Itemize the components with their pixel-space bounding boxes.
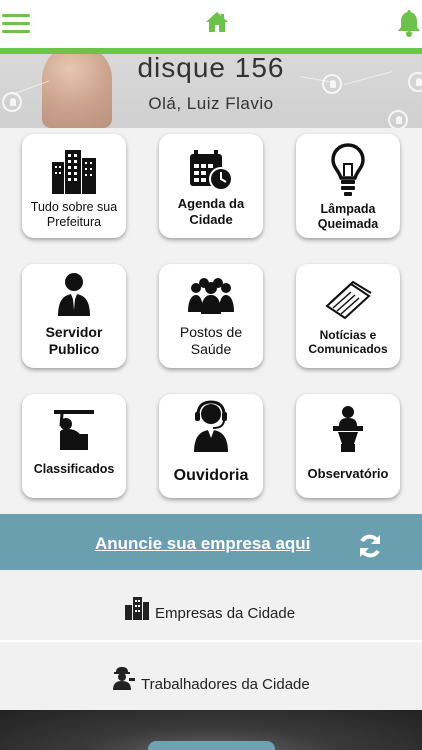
tile-ouvidoria[interactable]: Ouvidoria [159, 394, 263, 498]
home-icon[interactable] [205, 11, 229, 35]
worker-icon [113, 667, 135, 690]
lightbulb-icon [331, 143, 365, 196]
tile-noticias[interactable]: Notícias e Comunicados [296, 264, 400, 368]
tile-label: Observatório [307, 466, 389, 481]
buildings-icon [52, 150, 96, 194]
tile-postos[interactable]: Postos de Saúde [159, 264, 263, 368]
tile-lampada[interactable]: Lâmpada Queimada [296, 134, 400, 238]
tile-servidor[interactable]: Servidor Publico [22, 264, 126, 368]
tile-label: Notícias e Comunicados [308, 328, 388, 357]
list-item-label: Trabalhadores da Cidade [141, 676, 310, 693]
tile-label: Tudo sobre sua Prefeitura [30, 200, 118, 229]
refresh-icon[interactable] [357, 533, 383, 559]
advertise-bar: Anuncie sua empresa aqui [0, 514, 422, 570]
tile-label: Servidor Publico [45, 324, 103, 357]
public-servant-icon [58, 273, 90, 316]
hamburger-icon[interactable] [2, 10, 32, 36]
headset-operator-icon [194, 400, 228, 452]
greeting-text: Olá, Luiz Flavio [148, 94, 274, 113]
bell-icon[interactable] [396, 10, 422, 38]
advertise-link[interactable]: Anuncie sua empresa aqui [95, 534, 310, 554]
tile-label: Lâmpada Queimada [317, 202, 379, 231]
group-people-icon [188, 278, 234, 314]
hero-title: disque 156 [137, 54, 285, 83]
tile-observatorio[interactable]: Observatório [296, 394, 400, 498]
tile-agenda[interactable]: Agenda da Cidade [159, 134, 263, 238]
buildings-icon [125, 597, 149, 620]
tile-label: Classificados [33, 462, 115, 476]
bottom-background [0, 710, 422, 750]
tile-label: Postos de Saúde [179, 324, 243, 357]
calendar-clock-icon [190, 150, 233, 191]
tile-label: Agenda da Cidade [177, 196, 245, 227]
list-item-empresas[interactable]: Empresas da Cidade [0, 570, 422, 640]
tile-classificados[interactable]: Classificados [22, 394, 126, 498]
hero-banner: disque 156 Olá, Luiz Flavio [0, 54, 422, 128]
list-item-label: Empresas da Cidade [155, 605, 296, 622]
services-grid: Tudo sobre sua Prefeitura Agenda da Cida… [0, 128, 422, 514]
list-item-trabalhadores[interactable]: Trabalhadores da Cidade [0, 642, 422, 712]
top-app-bar [0, 0, 422, 54]
speaker-podium-icon [333, 406, 363, 452]
tile-prefeitura[interactable]: Tudo sobre sua Prefeitura [22, 134, 126, 238]
tile-label: Ouvidoria [173, 467, 249, 484]
bottom-tab-button[interactable] [148, 741, 275, 750]
billboard-person-icon [54, 410, 94, 450]
newspaper-icon [325, 280, 372, 320]
